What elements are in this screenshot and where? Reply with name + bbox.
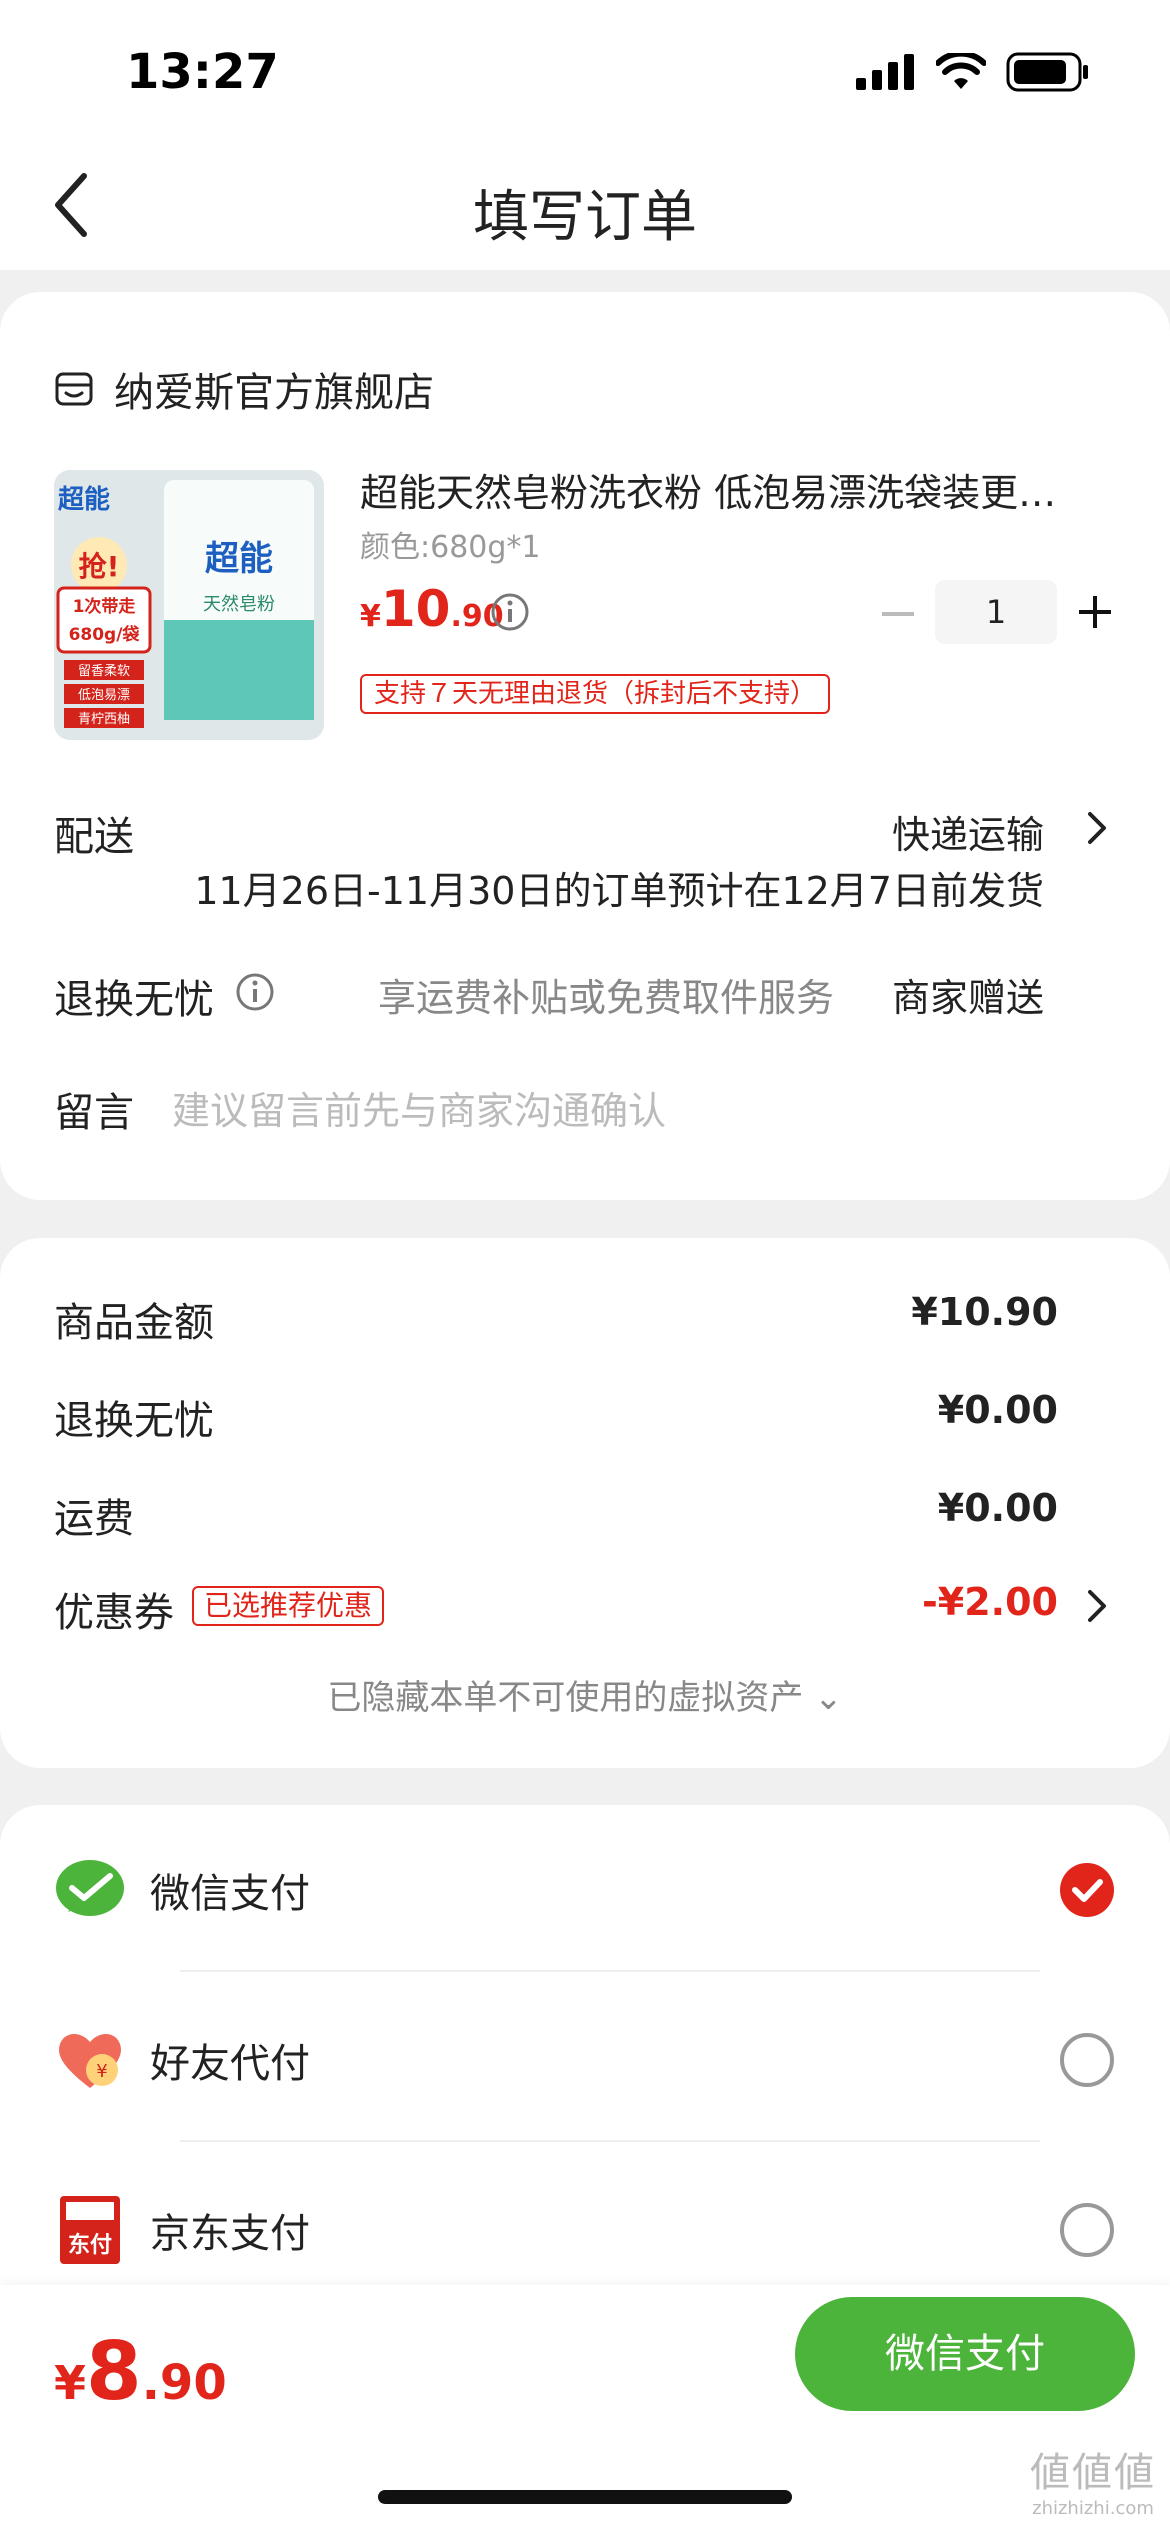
- tag-3: 青柠西柚: [78, 712, 130, 727]
- divider: [180, 1970, 1040, 1972]
- watermark: 値値値 zhizhizhi.com: [1030, 2440, 1156, 2519]
- friend-pay-heart-icon: ¥: [59, 2033, 121, 2088]
- wechat-pay-icon: [56, 1860, 124, 1916]
- worry-free-value: 商家赠送: [891, 976, 1044, 1020]
- payment-label-friend: 好友代付: [150, 2041, 310, 2087]
- friend-pay-icon-text: ¥: [96, 2061, 107, 2082]
- worry-free-amount-value: ¥0.00: [937, 1388, 1058, 1432]
- coupon-badge: 已选推荐优惠: [192, 1586, 385, 1626]
- watermark-url: zhizhizhi.com: [1032, 2498, 1154, 2519]
- shipping-value: ¥0.00: [937, 1486, 1058, 1530]
- hidden-assets-toggle[interactable]: 已隐藏本单不可使用的虚拟资产 ⌄: [0, 1670, 1170, 1719]
- worry-free-info-icon[interactable]: [235, 972, 275, 1016]
- coupon-chevron-icon[interactable]: [1084, 1588, 1110, 1624]
- nav-bar: 填写订单: [0, 140, 1170, 270]
- total-symbol: ¥: [54, 2356, 87, 2410]
- worry-free-amount-label: 退换无忧: [54, 1398, 214, 1444]
- coupon-value: -¥2.00: [922, 1580, 1058, 1624]
- price-symbol: ¥: [360, 599, 381, 634]
- status-icons: [856, 52, 1090, 92]
- amount-card: 商品金额 ¥10.90 退换无忧 ¥0.00 运费 ¥0.00 优惠券 已选推荐…: [0, 1238, 1170, 1768]
- jd-pay-icon: 东付: [60, 2196, 120, 2264]
- store-name: 纳爱斯官方旗舰店: [114, 370, 434, 416]
- status-bar: 13:27: [0, 0, 1170, 140]
- tag-1: 留香柔软: [78, 664, 130, 679]
- divider: [180, 2140, 1040, 2142]
- wechat-radio-checked[interactable]: [1060, 1863, 1114, 1917]
- tag-2: 低泡易漂: [78, 687, 130, 703]
- offer-line-2: 680g/袋: [69, 624, 141, 645]
- total-dec: .90: [141, 2355, 227, 2411]
- grab-badge: 抢!: [79, 550, 120, 583]
- delivery-label: 配送: [54, 814, 134, 860]
- pack-brand: 超能: [205, 539, 273, 579]
- worry-free-desc: 享运费补贴或免费取件服务: [378, 976, 835, 1020]
- corner-brand: 超能: [58, 484, 110, 515]
- status-time: 13:27: [126, 44, 279, 100]
- coupon-label: 优惠券: [54, 1590, 174, 1636]
- wifi-icon: [936, 53, 986, 89]
- pay-button[interactable]: 微信支付: [795, 2297, 1135, 2411]
- friend-radio[interactable]: [1060, 2033, 1114, 2087]
- product-illustration: 超能 天然皂粉 超能 抢! 1次带走 680g/袋 留香柔软 低泡易漂 青柠西柚: [54, 470, 324, 740]
- product-spec[interactable]: 颜色:680g*1: [360, 522, 541, 566]
- delivery-method[interactable]: 快递运输: [892, 804, 1044, 859]
- delivery-note: 11月26日-11月30日的订单预计在12月7日前发货: [194, 869, 1044, 913]
- product-price: ¥10.90: [360, 580, 504, 638]
- worry-free-amount-row: 退换无忧 ¥0.00: [54, 1388, 1170, 1448]
- delivery-chevron-icon[interactable]: [1084, 810, 1110, 846]
- message-label: 留言: [54, 1090, 134, 1136]
- coupon-row[interactable]: 优惠券 已选推荐优惠 -¥2.00: [54, 1580, 1170, 1640]
- jd-pay-icon-text: 东付: [68, 2232, 112, 2258]
- return-policy-tag: 支持７天无理由退货（拆封后不支持）: [360, 674, 831, 714]
- battery-icon: [1006, 52, 1088, 92]
- page-title: 填写订单: [473, 185, 697, 250]
- home-indicator: [378, 2490, 792, 2504]
- quantity-plus-button[interactable]: [1075, 592, 1115, 632]
- shipping-row: 运费 ¥0.00: [54, 1486, 1170, 1546]
- quantity-minus-button[interactable]: [878, 594, 918, 634]
- price-info-icon[interactable]: [490, 592, 530, 636]
- goods-amount-row: 商品金额 ¥10.90: [54, 1290, 1170, 1350]
- total-int: 8: [86, 2325, 142, 2418]
- quantity-input[interactable]: 1: [935, 580, 1057, 644]
- payment-label-jd: 京东支付: [150, 2211, 310, 2257]
- store-icon: [55, 372, 93, 406]
- goods-amount-label: 商品金额: [54, 1300, 214, 1346]
- worry-free-label: 退换无忧: [54, 977, 214, 1023]
- signal-icon: [856, 54, 914, 90]
- order-info-card: 纳爱斯官方旗舰店 超能 天然皂粉 超能 抢! 1次带走 680g/袋 留香柔软 …: [0, 292, 1170, 1200]
- minus-icon: [882, 612, 914, 616]
- check-icon: [1072, 1879, 1103, 1902]
- jd-radio[interactable]: [1060, 2203, 1114, 2257]
- price-int: 10: [380, 580, 451, 638]
- watermark-logo: 値値値: [1030, 2450, 1156, 2496]
- offer-line-1: 1次带走: [73, 596, 136, 617]
- product-image[interactable]: 超能 天然皂粉 超能 抢! 1次带走 680g/袋 留香柔软 低泡易漂 青柠西柚: [54, 470, 324, 740]
- store-row[interactable]: 纳爱斯官方旗舰店: [54, 360, 434, 418]
- plus-icon: [1079, 596, 1111, 628]
- goods-amount-value: ¥10.90: [911, 1290, 1058, 1334]
- payment-option-wechat[interactable]: 微信支付: [0, 1805, 1170, 1975]
- payment-card: 微信支付 ¥ 好友代付 东付 京东支付: [0, 1805, 1170, 2285]
- pack-name: 天然皂粉: [203, 594, 275, 615]
- payment-option-friend[interactable]: ¥ 好友代付: [0, 1975, 1170, 2145]
- message-input[interactable]: 建议留言前先与商家沟通确认: [172, 1080, 666, 1135]
- total-price: ¥8.90: [54, 2325, 227, 2418]
- payment-label-wechat: 微信支付: [150, 1871, 310, 1917]
- shipping-label: 运费: [54, 1496, 134, 1542]
- product-title[interactable]: 超能天然皂粉洗衣粉 低泡易漂洗袋装更…: [360, 462, 1100, 517]
